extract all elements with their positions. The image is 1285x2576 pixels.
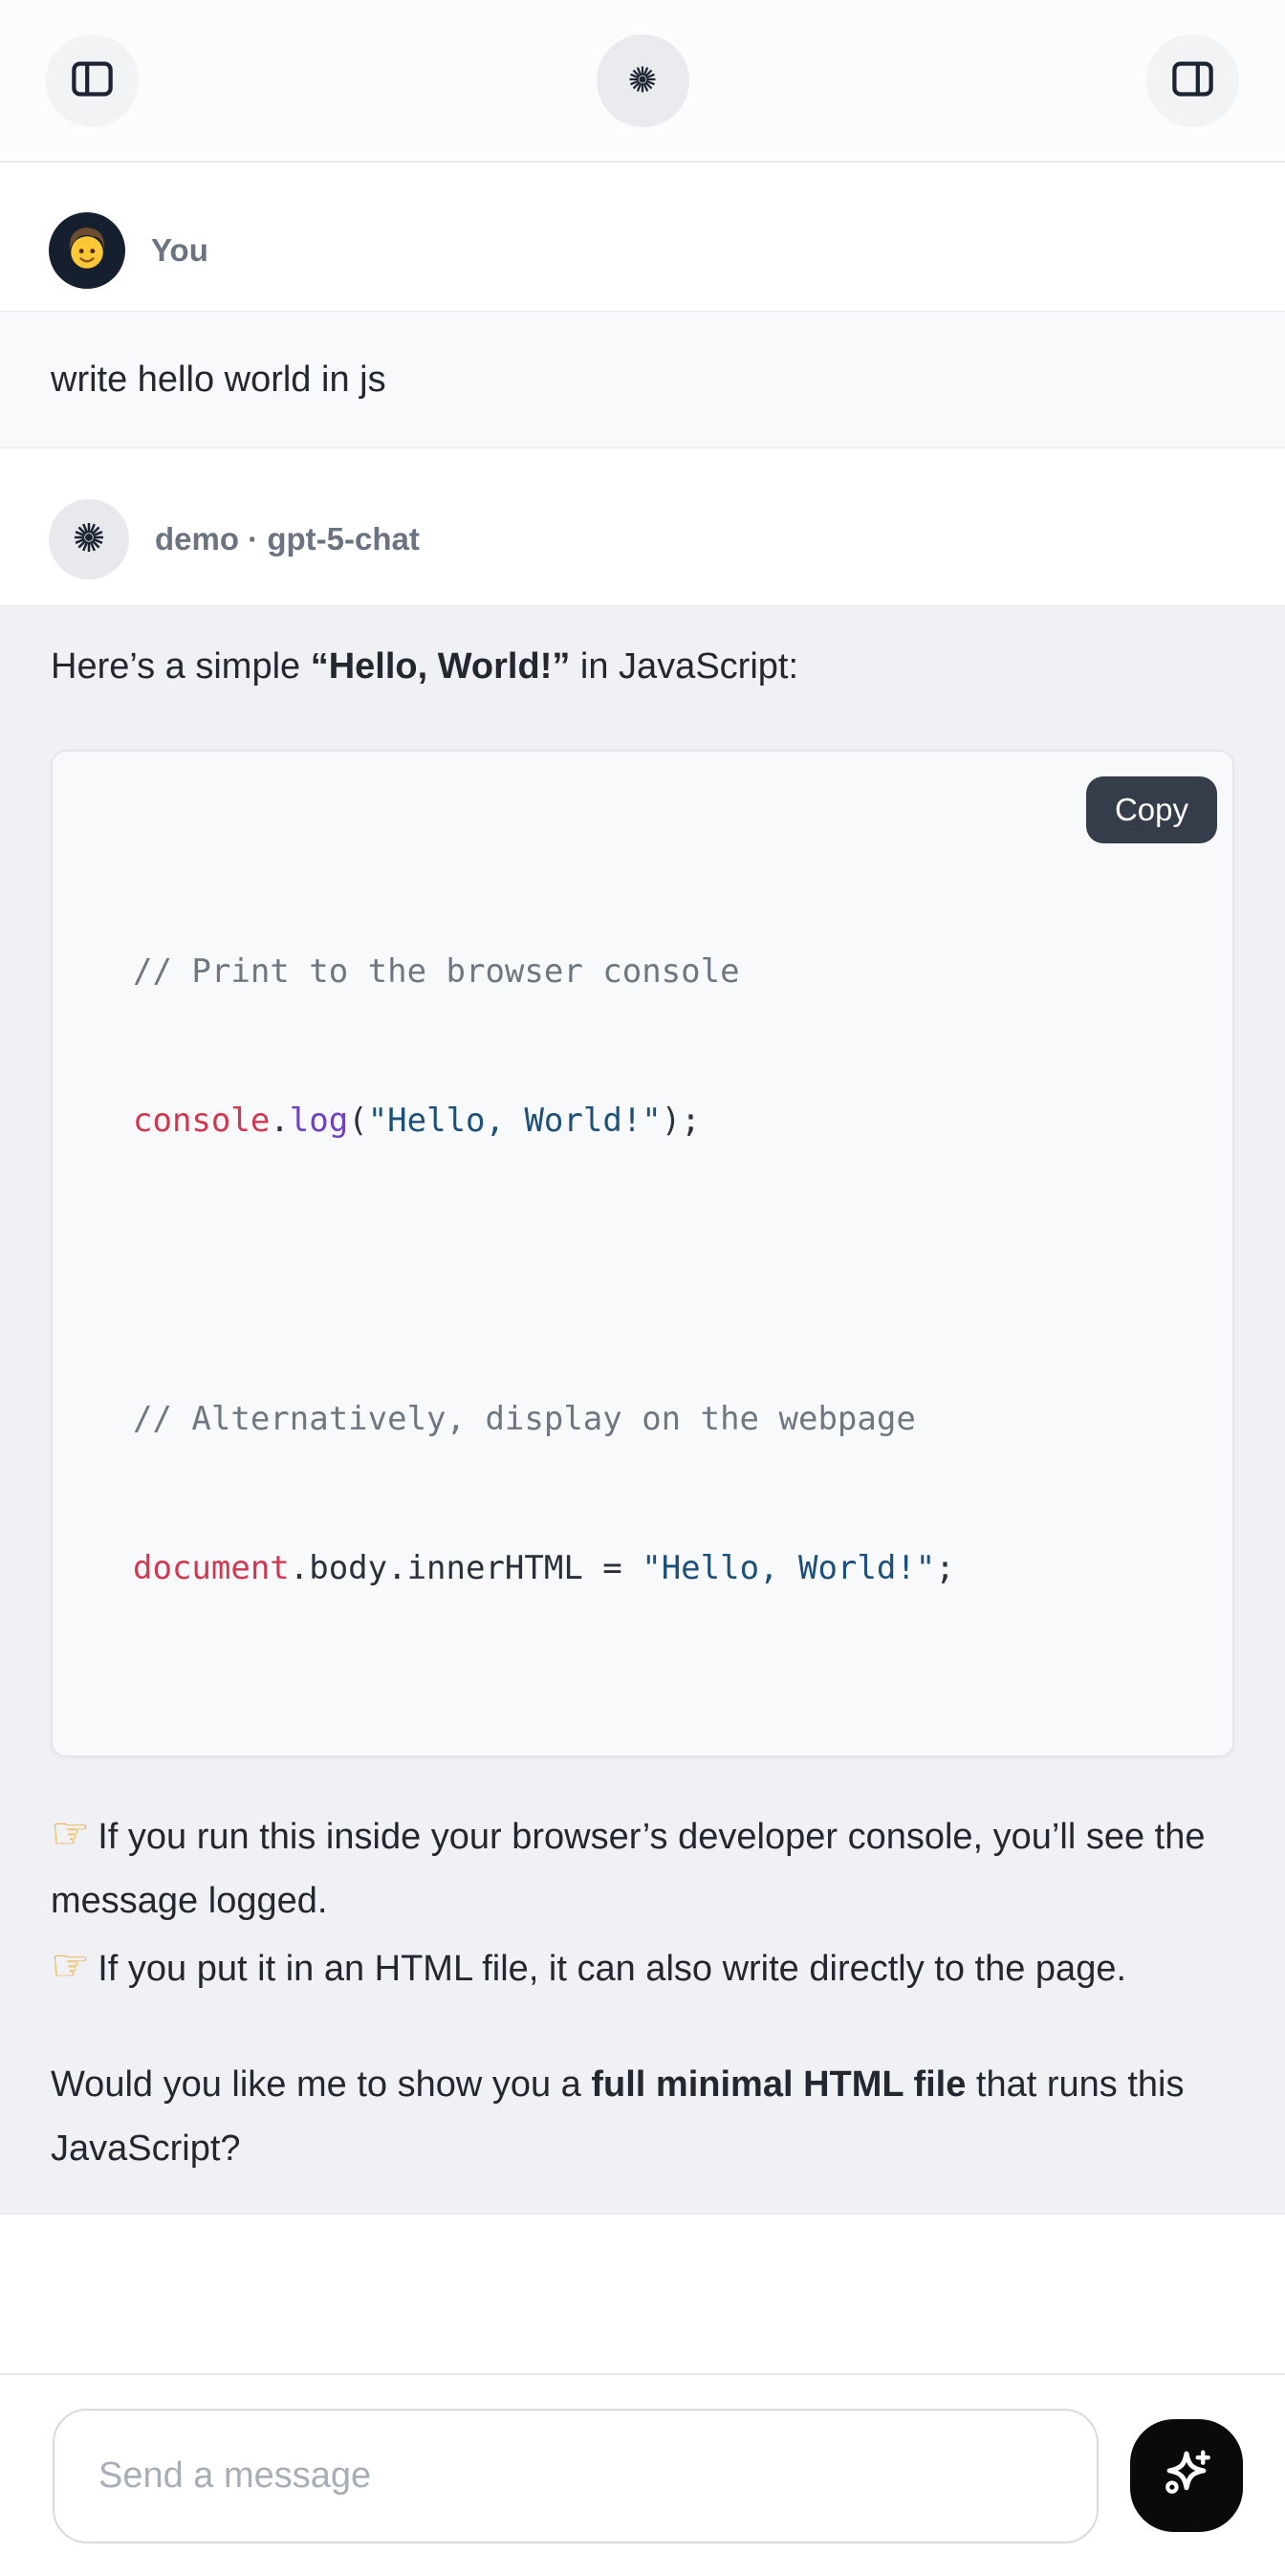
pointing-right-icon [51, 1808, 90, 1858]
code-line: // Print to the browser console [133, 947, 1194, 996]
chat-scroll-area[interactable]: You write hello world in js demo · gpt-5… [0, 163, 1285, 2373]
user-sender-label: You [151, 232, 208, 269]
assistant-notes: If you run this inside your browser’s de… [51, 1801, 1234, 2001]
code-line: // Alternatively, display on the webpage [133, 1394, 1194, 1444]
starburst-icon [626, 63, 659, 98]
note-line: If you run this inside your browser’s de… [51, 1801, 1234, 1933]
user-sender-row: You [0, 212, 1285, 289]
user-message: write hello world in js [0, 311, 1285, 448]
code-line: console.log("Hello, World!"); [133, 1096, 1194, 1146]
code-content: // Print to the browser console console.… [133, 847, 1194, 1692]
composer-bar [0, 2373, 1285, 2576]
starburst-icon [71, 519, 107, 560]
panel-left-icon [68, 55, 117, 106]
person-icon [57, 219, 117, 283]
sidebar-toggle-button[interactable] [46, 34, 139, 127]
note-line: If you put it in an HTML file, it can al… [51, 1933, 1234, 2001]
right-panel-toggle-button[interactable] [1146, 34, 1239, 127]
pointing-right-icon [51, 1940, 90, 1990]
assistant-sender-label: demo · gpt-5-chat [155, 521, 420, 557]
code-line: document.body.innerHTML = "Hello, World!… [133, 1543, 1194, 1593]
code-block: Copy // Print to the browser console con… [51, 750, 1234, 1757]
assistant-intro-text: Here’s a simple “Hello, World!” in JavaS… [51, 644, 1234, 688]
code-line [133, 1245, 1194, 1295]
sparkle-icon [1155, 2443, 1218, 2509]
message-input[interactable] [53, 2409, 1099, 2543]
app-logo-button[interactable] [597, 34, 689, 127]
assistant-message: Here’s a simple “Hello, World!” in JavaS… [0, 605, 1285, 2215]
assistant-sender-row: demo · gpt-5-chat [0, 499, 1285, 579]
copy-code-button[interactable]: Copy [1086, 776, 1217, 843]
send-button[interactable] [1130, 2419, 1243, 2532]
note-text: If you put it in an HTML file, it can al… [98, 1949, 1126, 1989]
assistant-followup-text: Would you like me to show you a full min… [51, 2053, 1234, 2181]
assistant-avatar [49, 499, 129, 579]
user-avatar [49, 212, 125, 289]
top-bar [0, 0, 1285, 163]
panel-right-icon [1168, 55, 1217, 106]
note-text: If you run this inside your browser’s de… [51, 1817, 1205, 1921]
user-message-text: write hello world in js [51, 358, 1234, 402]
